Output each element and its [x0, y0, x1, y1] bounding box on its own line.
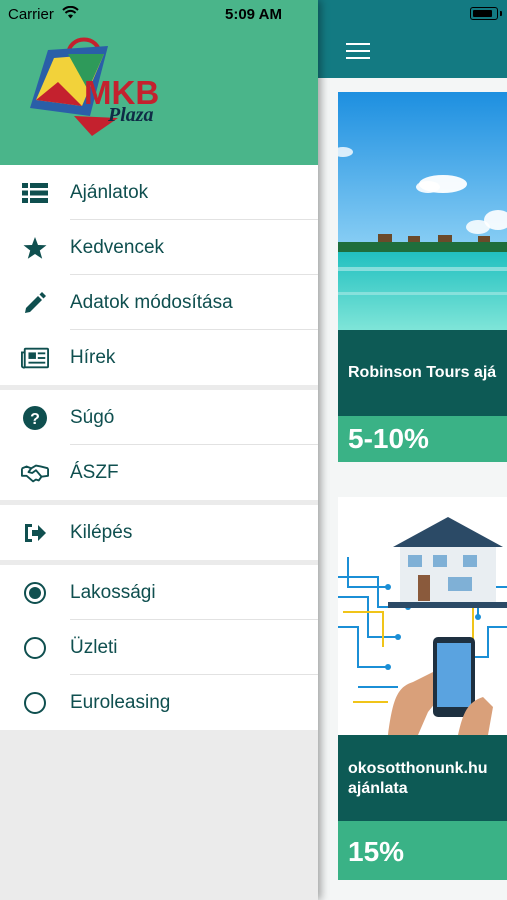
- menu-item-label: Hírek: [70, 346, 116, 368]
- mkb-plaza-logo: MKB Plaza: [30, 37, 159, 136]
- pencil-icon: [21, 289, 49, 317]
- menu-item-label: Ajánlatok: [70, 181, 149, 203]
- carrier-label: Carrier: [8, 6, 54, 23]
- logo-subtext: Plaza: [107, 104, 154, 126]
- menu-item-label: Adatok módosítása: [70, 291, 233, 313]
- svg-text:?: ?: [30, 411, 40, 428]
- offer-card[interactable]: Robinson Tours ajá 5-10%: [338, 92, 507, 462]
- offer-image-beach: [338, 92, 507, 330]
- side-drawer: MKB Plaza Ajánlatok Kedvencek Adatok mód…: [0, 0, 318, 900]
- radio-checked-icon: [21, 579, 49, 607]
- menu-item-favorites[interactable]: Kedvencek: [0, 220, 318, 275]
- segment-option-lakossagi[interactable]: Lakossági: [0, 565, 318, 620]
- sign-out-icon: [21, 519, 49, 547]
- segment-label: Lakossági: [70, 581, 156, 603]
- segment-option-uzleti[interactable]: Üzleti: [0, 620, 318, 675]
- drawer-menu: Ajánlatok Kedvencek Adatok módosítása Hí…: [0, 165, 318, 730]
- star-icon: [21, 234, 49, 262]
- segment-label: Euroleasing: [70, 691, 171, 713]
- menu-group-segment: Lakossági Üzleti Euroleasing: [0, 565, 318, 730]
- battery-icon: [470, 7, 502, 20]
- segment-option-euroleasing[interactable]: Euroleasing: [0, 675, 318, 730]
- main-content: Robinson Tours ajá 5-10% okosotthonunk.h…: [318, 0, 507, 900]
- menu-item-news[interactable]: Hírek: [0, 330, 318, 385]
- wifi-icon: [62, 6, 79, 19]
- menu-item-edit-profile[interactable]: Adatok módosítása: [0, 275, 318, 330]
- question-circle-icon: ?: [21, 404, 49, 432]
- status-bar: Carrier 5:09 AM: [0, 0, 507, 28]
- offer-card[interactable]: okosotthonunk.hu ajánlata 15%: [338, 497, 507, 880]
- offer-discount: 5-10%: [338, 416, 507, 462]
- menu-item-help[interactable]: ? Súgó: [0, 390, 318, 445]
- offer-discount: 15%: [338, 821, 507, 880]
- menu-item-label: ÁSZF: [70, 461, 119, 483]
- handshake-icon: [21, 459, 49, 487]
- menu-group-help: ? Súgó ÁSZF: [0, 390, 318, 500]
- menu-item-label: Kedvencek: [70, 236, 165, 258]
- status-time: 5:09 AM: [225, 6, 282, 23]
- offer-title: Robinson Tours ajá: [338, 330, 507, 416]
- newspaper-icon: [21, 344, 49, 372]
- segment-label: Üzleti: [70, 636, 118, 658]
- offer-title: okosotthonunk.hu ajánlata: [338, 735, 507, 821]
- offer-image-smart-home: [338, 497, 507, 735]
- menu-item-offers[interactable]: Ajánlatok: [0, 165, 318, 220]
- radio-unchecked-icon: [21, 634, 49, 662]
- menu-item-logout[interactable]: Kilépés: [0, 505, 318, 560]
- hamburger-menu-icon[interactable]: [346, 43, 370, 61]
- menu-group-main: Ajánlatok Kedvencek Adatok módosítása Hí…: [0, 165, 318, 385]
- menu-item-label: Kilépés: [70, 521, 133, 543]
- list-icon: [21, 179, 49, 207]
- menu-item-label: Súgó: [70, 406, 115, 428]
- radio-unchecked-icon: [21, 689, 49, 717]
- menu-item-terms[interactable]: ÁSZF: [0, 445, 318, 500]
- menu-group-logout: Kilépés: [0, 505, 318, 560]
